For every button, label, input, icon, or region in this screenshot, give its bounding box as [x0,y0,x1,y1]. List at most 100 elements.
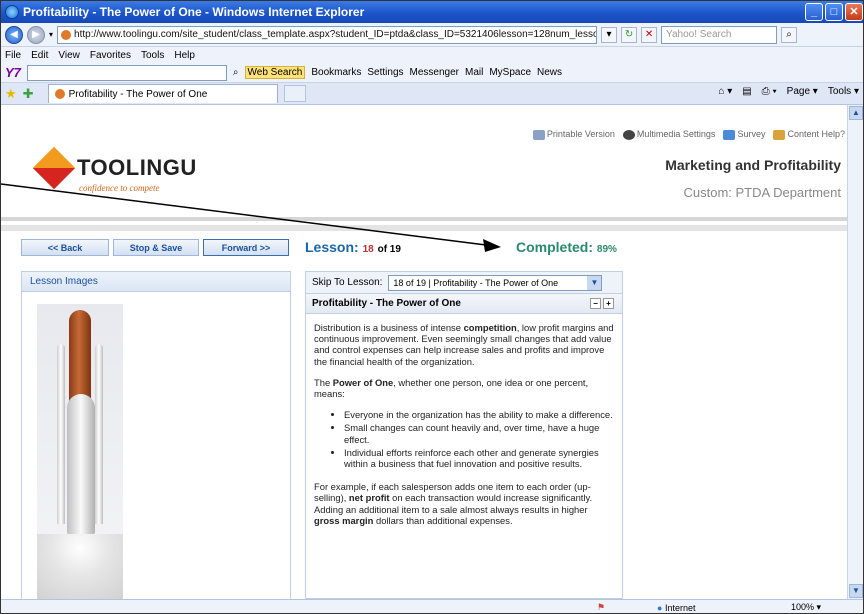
stop-save-button[interactable]: Stop & Save [113,239,199,256]
lesson-content-panel: Skip To Lesson: 18 of 19 | Profitability… [305,271,623,599]
content-help-link[interactable]: Content Help? [773,129,845,140]
tab-title: Profitability - The Power of One [68,88,208,100]
multimedia-settings-link[interactable]: Multimedia Settings [622,129,715,140]
home-icon[interactable]: ⌂ ▾ [718,86,732,97]
address-url: http://www.toolingu.com/site_student/cla… [74,28,598,40]
list-item: Individual efforts reinforce each other … [344,447,614,469]
tab-favicon-icon [54,89,65,99]
messenger-button[interactable]: Messenger [410,67,459,78]
topic-title: Profitability - The Power of One [312,298,461,309]
space-shuttle-image [37,304,123,599]
list-item: Small changes can count heavily and, ove… [344,422,614,444]
completed-indicator: Completed: 89% [516,239,617,255]
yahoo-toolbar: Y7 ⌕ Web Search Bookmarks Settings Messe… [1,63,863,83]
close-button[interactable]: ✕ [845,3,863,21]
lesson-nav: << Back Stop & Save Forward >> [21,239,289,256]
browser-window: Profitability - The Power of One - Windo… [0,0,864,614]
skip-label: Skip To Lesson: [312,277,383,288]
course-title: Marketing and Profitability [665,157,841,173]
completed-value: 89% [596,244,617,255]
search-input[interactable]: Yahoo! Search [661,25,778,44]
multimedia-icon [622,129,635,140]
paragraph: Distribution is a business of intense co… [314,322,614,367]
chevron-down-icon: ▼ [587,275,602,290]
page-menu[interactable]: Page ▾ [787,86,818,97]
menu-file[interactable]: File [5,50,21,61]
logo-diamond-icon [32,146,76,190]
print-icon[interactable]: ⎙ ▾ [762,86,777,97]
yahoo-search-input[interactable] [26,64,227,81]
tab-active[interactable]: Profitability - The Power of One [47,84,278,103]
vertical-scrollbar[interactable]: ▲ ▼ [847,105,863,599]
lesson-text: Distribution is a business of intense co… [306,314,622,544]
font-decrease-button[interactable]: − [590,298,601,309]
tools-menu[interactable]: Tools ▾ [828,86,859,97]
menu-favorites[interactable]: Favorites [90,50,131,61]
security-icon: ⚑ [597,602,606,612]
new-tab-button[interactable] [283,85,306,102]
page-favicon-icon [61,29,72,40]
back-nav-button[interactable]: ◀ [5,25,23,44]
skip-row: Skip To Lesson: 18 of 19 | Profitability… [306,272,622,294]
paragraph: For example, if each salesperson adds on… [314,481,593,526]
divider [1,225,849,231]
window-title: Profitability - The Power of One - Windo… [23,5,365,19]
refresh-icon[interactable]: ↻ [621,26,638,43]
myspace-button[interactable]: MySpace [489,67,531,78]
survey-link[interactable]: Survey [723,129,765,140]
tab-row: ★ ✚ Profitability - The Power of One ⌂ ▾… [1,83,863,105]
lesson-indicator: Lesson: 18 of 19 [305,239,401,255]
favorites-star-icon[interactable]: ★ [5,86,17,102]
feeds-icon[interactable]: ▤ [742,86,751,97]
address-row: ◀ ▶ ▾ http://www.toolingu.com/site_stude… [1,23,863,47]
settings-button[interactable]: Settings [367,67,403,78]
paragraph: The Power of One, whether one person, on… [314,376,589,400]
maximize-button[interactable]: □ [825,3,843,21]
yahoo-search-icon[interactable]: ⌕ [233,67,239,78]
lesson-images-title: Lesson Images [22,272,290,292]
forward-button[interactable]: Forward >> [203,239,289,256]
lesson-images-panel: Lesson Images [21,271,291,599]
address-field[interactable]: http://www.toolingu.com/site_student/cla… [57,25,598,44]
web-search-button[interactable]: Web Search [244,66,306,79]
lesson-current: 18 [362,244,374,255]
menu-help[interactable]: Help [174,50,195,61]
menu-tools[interactable]: Tools [141,50,164,61]
skip-lesson-select[interactable]: 18 of 19 | Profitability - The Power of … [388,274,603,291]
divider [1,217,849,221]
scroll-down-icon[interactable]: ▼ [849,584,863,598]
forward-nav-button[interactable]: ▶ [27,25,45,44]
menu-view[interactable]: View [58,50,80,61]
stop-icon[interactable]: ✕ [641,26,658,43]
printable-version-link[interactable]: Printable Version [532,129,615,140]
printer-icon [532,129,545,140]
internet-zone: ● Internet [657,602,696,613]
help-icon [773,129,786,140]
menu-edit[interactable]: Edit [31,50,48,61]
address-dropdown-icon[interactable]: ▾ [601,26,618,43]
bookmarks-button[interactable]: Bookmarks [311,67,361,78]
bullet-list: Everyone in the organization has the abi… [344,409,614,469]
globe-icon: ● [657,602,663,613]
status-bar: ⚑ ● Internet 100% ▾ [1,599,863,613]
mail-button[interactable]: Mail [465,67,483,78]
list-item: Everyone in the organization has the abi… [344,409,614,420]
news-button[interactable]: News [537,67,562,78]
zoom-level[interactable]: 100% ▾ [791,602,821,613]
font-increase-button[interactable]: + [603,298,614,309]
course-subtitle: Custom: PTDA Department [683,185,842,200]
yahoo-logo[interactable]: Y7 [5,65,21,80]
utility-links: Printable Version Multimedia Settings Su… [532,129,845,140]
topic-header: Profitability - The Power of One − + [306,294,622,314]
lesson-total: of 19 [377,244,401,255]
minimize-button[interactable]: _ [805,3,823,21]
scroll-up-icon[interactable]: ▲ [849,106,863,120]
back-button[interactable]: << Back [21,239,109,256]
add-favorite-icon[interactable]: ✚ [23,86,34,102]
brand-name: TOOLINGU [77,155,197,180]
brand-tagline: confidence to compete [79,183,160,193]
menu-bar: File Edit View Favorites Tools Help [1,47,863,63]
toolingu-logo[interactable]: TOOLINGU [32,146,197,190]
search-icon[interactable]: ⌕ [781,26,798,43]
history-dropdown-icon[interactable]: ▾ [49,30,53,39]
